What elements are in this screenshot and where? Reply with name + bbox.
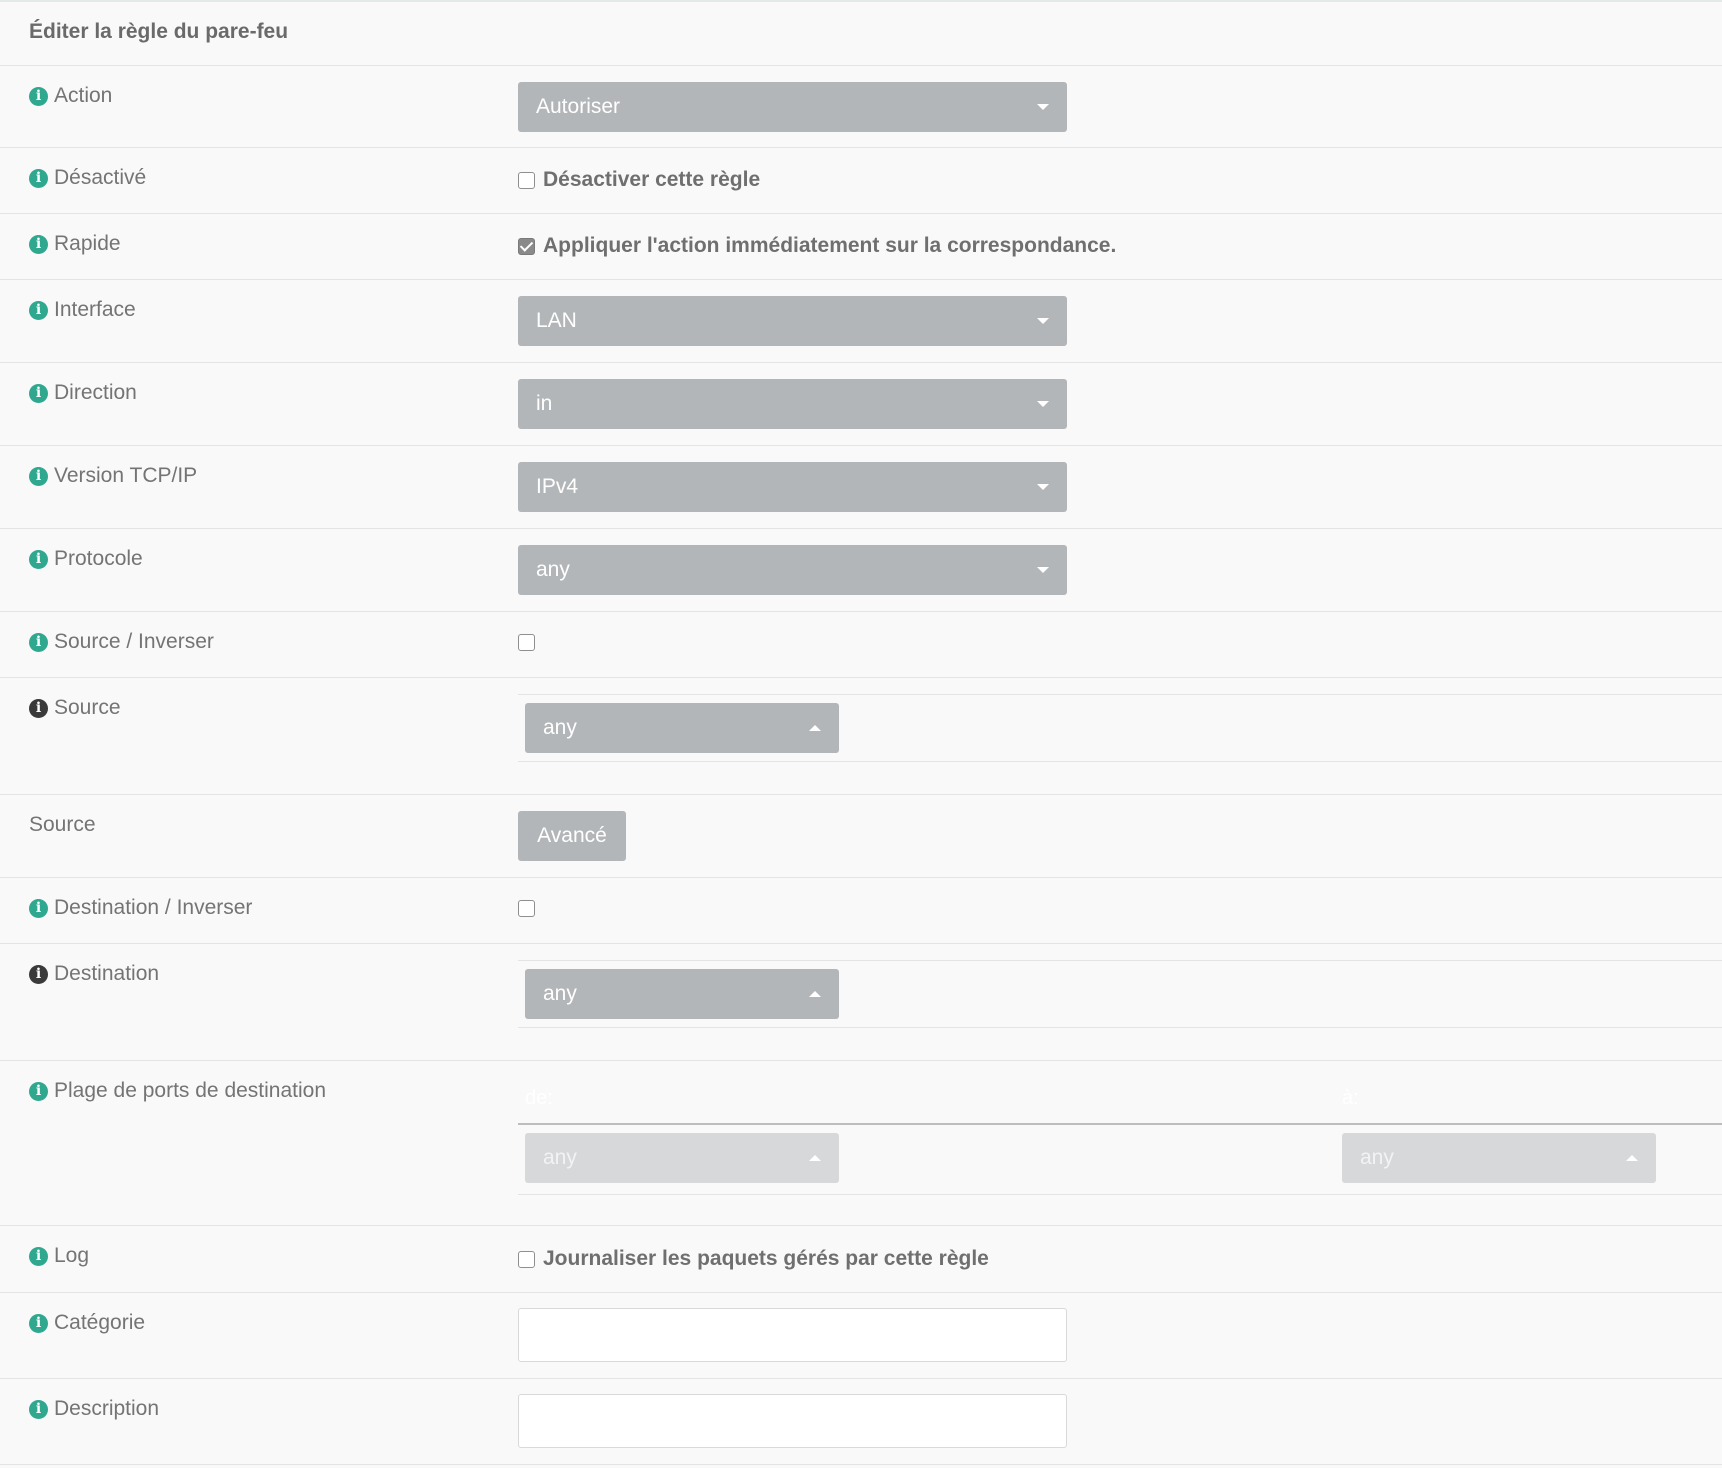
action-select[interactable]: Autoriser <box>518 82 1067 132</box>
quick-checkbox-row[interactable]: Appliquer l'action immédiatement sur la … <box>518 234 1116 258</box>
protocol-select[interactable]: any <box>518 545 1067 595</box>
row-category: i Catégorie <box>0 1293 1722 1379</box>
label-action: i Action <box>29 84 112 108</box>
source-invert-checkbox[interactable] <box>518 634 535 651</box>
info-icon[interactable]: i <box>29 1081 48 1101</box>
info-icon[interactable]: i <box>29 383 48 403</box>
label-description: i Description <box>29 1397 159 1421</box>
row-dest-port-range: i Plage de ports de destination de: à: a… <box>0 1061 1722 1226</box>
label-disabled: i Désactivé <box>29 166 146 190</box>
chevron-down-icon <box>1037 484 1049 490</box>
row-direction: i Direction in <box>0 363 1722 446</box>
chevron-down-icon <box>1037 104 1049 110</box>
row-destination-invert: i Destination / Inverser <box>0 878 1722 944</box>
log-checkbox-row[interactable]: Journaliser les paquets gérés par cette … <box>518 1247 989 1271</box>
destination-invert-checkbox[interactable] <box>518 900 535 917</box>
disable-rule-checkbox-row[interactable]: Désactiver cette règle <box>518 168 760 192</box>
info-icon[interactable]: i <box>29 632 48 652</box>
info-icon[interactable]: i <box>29 168 48 188</box>
info-icon[interactable]: i <box>29 898 48 918</box>
info-icon[interactable]: i <box>29 234 48 254</box>
divider <box>518 1123 1722 1125</box>
info-icon[interactable]: i <box>29 1313 48 1333</box>
row-log: i Log Journaliser les paquets gérés par … <box>0 1226 1722 1293</box>
row-source-advanced: Source Avancé <box>0 795 1722 878</box>
divider <box>518 694 1722 695</box>
row-destination: i Destination any <box>0 944 1722 1061</box>
port-range-from-label: de: <box>525 1087 553 1109</box>
category-input[interactable] <box>518 1308 1067 1362</box>
quick-checkbox[interactable] <box>518 237 535 255</box>
label-category: i Catégorie <box>29 1311 145 1335</box>
chevron-down-icon <box>1037 318 1049 324</box>
chevron-up-icon <box>809 1155 821 1161</box>
destination-select[interactable]: any <box>525 969 839 1019</box>
row-description: i Description <box>0 1379 1722 1465</box>
chevron-up-icon <box>1626 1155 1638 1161</box>
divider <box>518 960 1722 961</box>
port-range-to-label: à: <box>1342 1087 1359 1109</box>
port-range-from-select[interactable]: any <box>525 1133 839 1183</box>
chevron-down-icon <box>1037 401 1049 407</box>
disable-rule-checkbox[interactable] <box>518 171 535 189</box>
row-disabled: i Désactivé Désactiver cette règle <box>0 148 1722 214</box>
page-title: Éditer la règle du pare-feu <box>0 2 1722 66</box>
info-icon[interactable]: i <box>29 1246 48 1266</box>
divider <box>518 1194 1722 1195</box>
source-select[interactable]: any <box>525 703 839 753</box>
label-interface: i Interface <box>29 298 136 322</box>
label-direction: i Direction <box>29 381 137 405</box>
port-range-to-select[interactable]: any <box>1342 1133 1656 1183</box>
row-source: i Source any <box>0 678 1722 795</box>
ip-version-select[interactable]: IPv4 <box>518 462 1067 512</box>
label-ip-version: i Version TCP/IP <box>29 464 197 488</box>
chevron-up-icon <box>809 991 821 997</box>
label-protocol: i Protocole <box>29 547 143 571</box>
divider <box>518 1027 1722 1028</box>
interface-select[interactable]: LAN <box>518 296 1067 346</box>
divider <box>518 761 1722 762</box>
info-icon[interactable]: i <box>29 86 48 106</box>
destination-invert-checkbox-row[interactable] <box>518 900 543 917</box>
firewall-rule-edit-form: Éditer la règle du pare-feu i Action Aut… <box>0 0 1722 1468</box>
label-destination-invert: i Destination / Inverser <box>29 896 252 920</box>
info-icon[interactable]: i <box>29 549 48 569</box>
label-destination: i Destination <box>29 962 159 986</box>
source-invert-checkbox-row[interactable] <box>518 634 543 651</box>
info-icon[interactable]: i <box>29 1399 48 1419</box>
chevron-down-icon <box>1037 567 1049 573</box>
label-source: i Source <box>29 696 121 720</box>
info-icon[interactable]: i <box>29 466 48 486</box>
row-quick: i Rapide Appliquer l'action immédiatemen… <box>0 214 1722 280</box>
row-interface: i Interface LAN <box>0 280 1722 363</box>
info-icon[interactable]: i <box>29 964 48 984</box>
row-ip-version: i Version TCP/IP IPv4 <box>0 446 1722 529</box>
label-dest-port-range: i Plage de ports de destination <box>29 1079 326 1103</box>
log-checkbox[interactable] <box>518 1250 535 1268</box>
source-advanced-button[interactable]: Avancé <box>518 811 626 861</box>
direction-select[interactable]: in <box>518 379 1067 429</box>
row-protocol: i Protocole any <box>0 529 1722 612</box>
label-quick: i Rapide <box>29 232 121 256</box>
label-source-invert: i Source / Inverser <box>29 630 214 654</box>
info-icon[interactable]: i <box>29 300 48 320</box>
row-source-invert: i Source / Inverser <box>0 612 1722 678</box>
info-icon[interactable]: i <box>29 698 48 718</box>
label-log: i Log <box>29 1244 89 1268</box>
chevron-up-icon <box>809 725 821 731</box>
row-action: i Action Autoriser <box>0 66 1722 148</box>
description-input[interactable] <box>518 1394 1067 1448</box>
label-source-advanced: Source <box>29 813 96 836</box>
